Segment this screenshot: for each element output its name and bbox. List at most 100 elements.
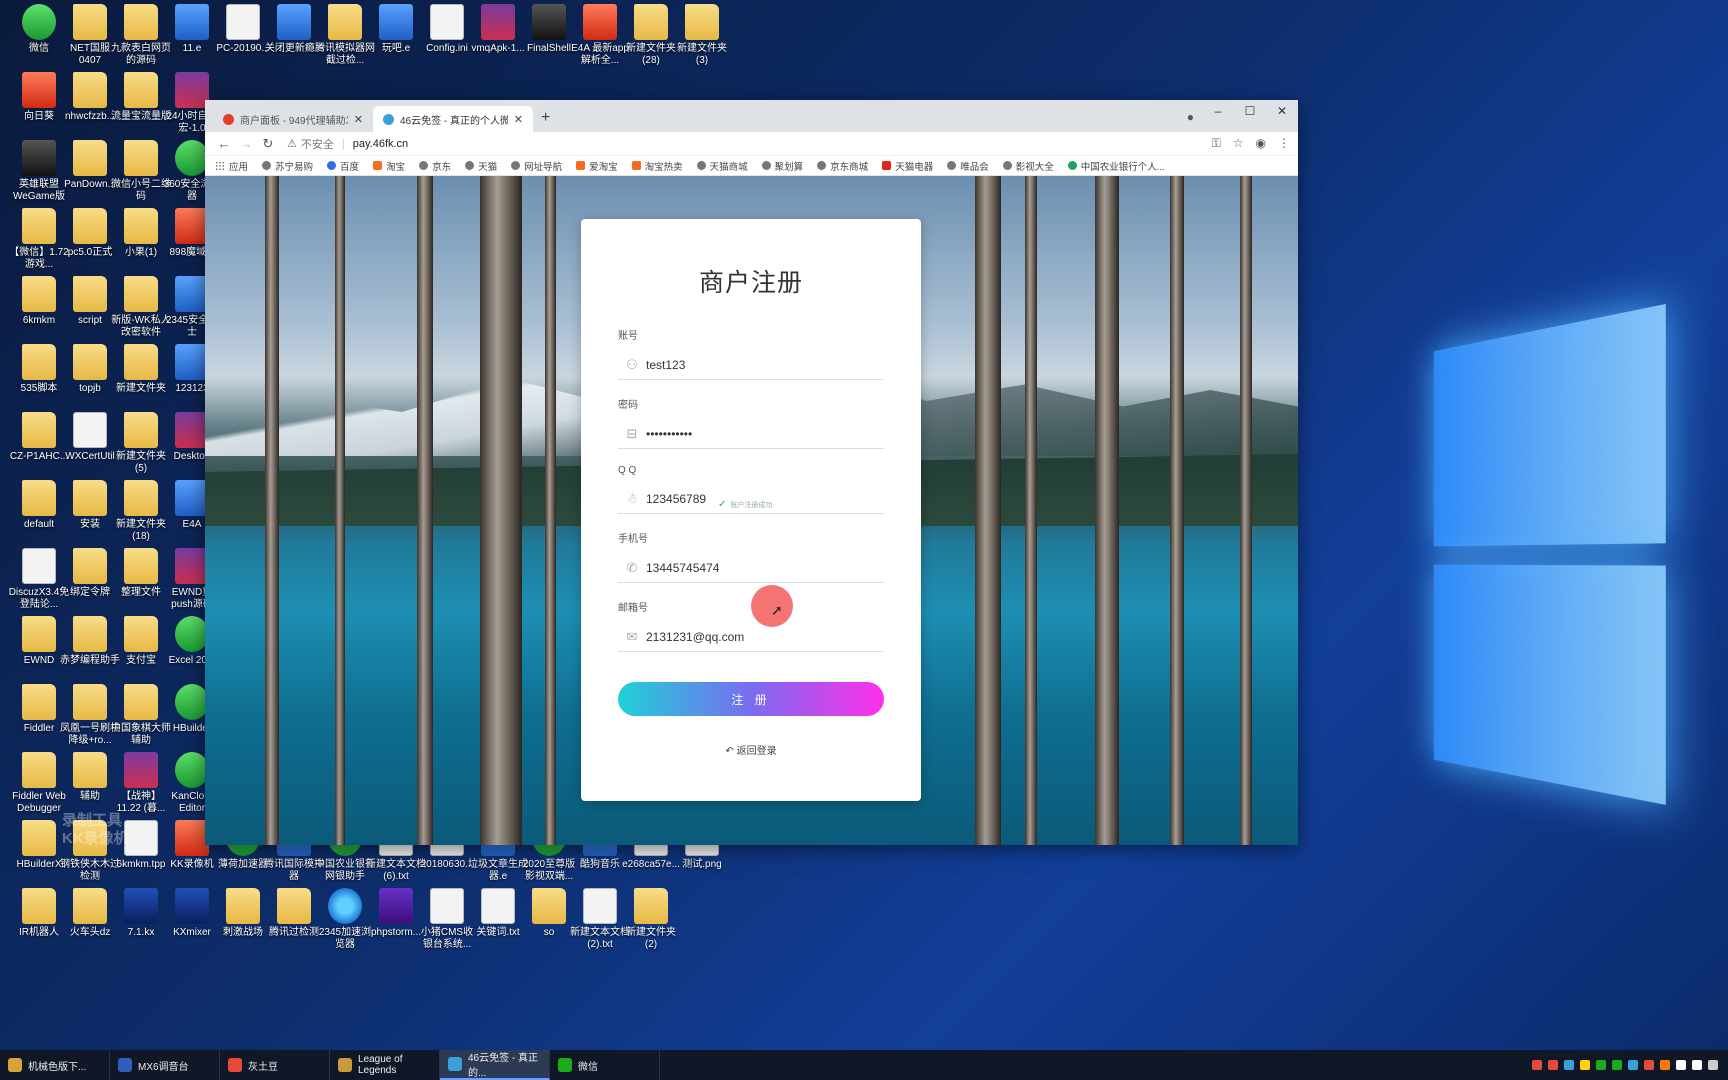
taskbar-item[interactable]: MX6调音台: [110, 1050, 220, 1080]
folder-icon: [328, 4, 362, 40]
app-icon: [175, 4, 209, 40]
bookmark-item[interactable]: 天猫: [465, 159, 497, 173]
folder-icon: [22, 208, 56, 244]
folder-icon: [634, 4, 668, 40]
bookmark-label: 聚划算: [774, 161, 804, 173]
background-tree: [1025, 176, 1037, 845]
folder-icon: [226, 888, 260, 924]
bookmark-item[interactable]: 聚划算: [761, 159, 804, 173]
bookmark-item[interactable]: 淘宝: [373, 159, 405, 173]
back-arrow-icon[interactable]: ←: [213, 136, 235, 151]
back-to-login-link[interactable]: ↶ 返回登录: [618, 742, 884, 757]
folder-icon: [124, 72, 158, 108]
folder-icon: [124, 344, 158, 380]
app-icon: [175, 140, 209, 176]
bookmark-label: 京东商城: [830, 161, 869, 173]
watermark-line-1: 录制工具: [62, 812, 123, 829]
taskbar-app-icon: [448, 1057, 462, 1071]
email-input[interactable]: [646, 629, 884, 644]
bookmark-label: 京东: [432, 161, 452, 173]
account-input[interactable]: [646, 357, 884, 372]
phone-input[interactable]: [646, 560, 884, 575]
tab-merchant-panel[interactable]: 商户面板 - 949代理辅助发卡网站 ✕: [213, 106, 373, 132]
profile-icon[interactable]: ◉: [1256, 136, 1266, 151]
app-icon: [481, 4, 515, 40]
maximize-button[interactable]: ☐: [1234, 100, 1266, 122]
bookmark-item[interactable]: 百度: [327, 159, 359, 173]
account-label: 账号: [618, 331, 638, 342]
star-icon[interactable]: ☆: [1233, 136, 1244, 151]
tray-icon[interactable]: [1660, 1060, 1670, 1070]
folder-icon: [634, 888, 668, 924]
taskbar-item[interactable]: 机械色版下...: [0, 1050, 110, 1080]
bookmark-item[interactable]: 中国农业银行个人...: [1067, 159, 1165, 173]
folder-icon: [124, 276, 158, 312]
url-field[interactable]: ⚠ 不安全 | pay.46fk.cn: [287, 136, 1212, 152]
key-icon[interactable]: ⚿: [1212, 136, 1221, 151]
desktop-icon[interactable]: 新建文件夹 (2): [620, 888, 682, 951]
tray-icon[interactable]: [1596, 1060, 1606, 1070]
folder-icon: [124, 208, 158, 244]
new-tab-button[interactable]: +: [541, 109, 550, 127]
tray-icon[interactable]: [1692, 1060, 1702, 1070]
desktop-icon[interactable]: 新建文件夹 (3): [671, 4, 733, 67]
close-window-button[interactable]: ✕: [1266, 100, 1298, 122]
password-field-group: 密码 ⊟: [618, 396, 884, 449]
register-button[interactable]: 注 册: [618, 682, 884, 716]
folder-icon: [22, 684, 56, 720]
url-text: pay.46fk.cn: [352, 137, 409, 150]
tray-icon[interactable]: [1612, 1060, 1622, 1070]
bookmark-favicon-icon: [373, 161, 383, 170]
bookmark-item[interactable]: 爱淘宝: [576, 159, 618, 173]
taskbar-item[interactable]: 微信: [550, 1050, 660, 1080]
tray-icon[interactable]: [1676, 1060, 1686, 1070]
bookmark-item[interactable]: 京东商城: [817, 159, 868, 173]
close-tab-icon[interactable]: ✕: [514, 113, 523, 126]
address-bar: ← → ↻ ⚠ 不安全 | pay.46fk.cn ⚿ ☆ ◉ ⋮: [205, 132, 1298, 156]
file-icon: [583, 888, 617, 924]
folder-icon: [22, 276, 56, 312]
forward-arrow-icon[interactable]: →: [235, 136, 257, 151]
bookmark-favicon-icon: [1002, 161, 1012, 170]
taskbar-app-icon: [228, 1058, 242, 1072]
tab-46yun[interactable]: 46云免签 - 真正的个人微信支付 ✕: [373, 106, 533, 132]
bookmark-label: 爱淘宝: [589, 161, 618, 173]
reload-icon[interactable]: ↻: [257, 136, 279, 152]
tray-icon[interactable]: [1580, 1060, 1590, 1070]
bookmark-item[interactable]: 影视大全: [1002, 159, 1054, 173]
bookmark-item[interactable]: 苏宁易购: [262, 159, 313, 173]
check-icon: ✓: [718, 499, 727, 510]
bookmark-item[interactable]: 天猫电器: [882, 159, 933, 173]
tray-icon[interactable]: [1564, 1060, 1574, 1070]
bookmark-item[interactable]: 京东: [419, 159, 451, 173]
close-tab-icon[interactable]: ✕: [354, 113, 363, 126]
bookmark-label: 影视大全: [1015, 161, 1054, 173]
tray-icon[interactable]: [1548, 1060, 1558, 1070]
bookmark-item[interactable]: 网址导航: [511, 159, 562, 173]
minimize-button[interactable]: –: [1202, 100, 1234, 122]
bookmark-label: 百度: [340, 161, 360, 173]
taskbar: 机械色版下... MX6调音台 灰土豆 League of Legends 46云免签 …: [0, 1050, 1728, 1080]
folder-icon: [124, 4, 158, 40]
bookmark-item[interactable]: 唯品会: [947, 159, 989, 173]
password-row: ⊟: [618, 419, 884, 449]
register-card: 商户注册 账号 ⚇ 密码 ⊟ Q Q ☃: [581, 219, 921, 801]
bookmark-item[interactable]: 天猫商城: [696, 159, 748, 173]
taskbar-item[interactable]: League of Legends: [330, 1050, 440, 1080]
app-icon: [175, 888, 209, 924]
password-input[interactable]: [646, 426, 884, 441]
bookmark-favicon-icon: [419, 161, 429, 170]
app-icon: [175, 548, 209, 584]
bookmark-item[interactable]: 应用: [215, 159, 248, 173]
taskbar-item[interactable]: 灰土豆: [220, 1050, 330, 1080]
tray-icon[interactable]: [1644, 1060, 1654, 1070]
bookmark-item[interactable]: 淘宝热卖: [631, 159, 683, 173]
taskbar-item[interactable]: 46云免签 - 真正的...: [440, 1050, 550, 1080]
menu-kebab-icon[interactable]: ⋮: [1278, 136, 1290, 151]
incognito-icon[interactable]: ●: [1187, 110, 1194, 124]
tray-icon[interactable]: [1532, 1060, 1542, 1070]
app-icon: [175, 72, 209, 108]
app-icon: [22, 4, 56, 40]
tray-icon[interactable]: [1628, 1060, 1638, 1070]
tray-icon[interactable]: [1708, 1060, 1718, 1070]
